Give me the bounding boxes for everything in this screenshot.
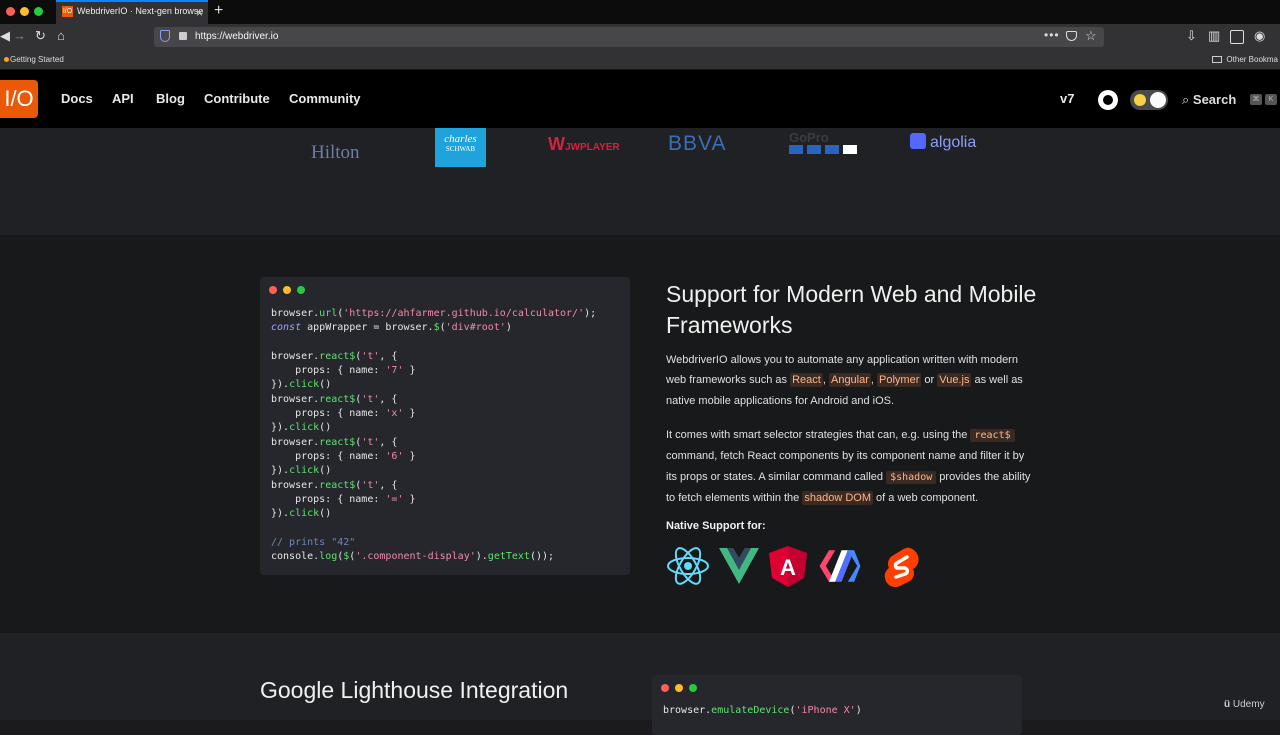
feature-paragraph-1: WebdriverIO allows you to automate any a… <box>666 354 1023 407</box>
code-line: browser.emulateDevice('iPhone X') <box>663 705 862 716</box>
lighthouse-section: Google Lighthouse Integration browser.em… <box>0 633 1280 735</box>
forward-icon[interactable]: → <box>13 28 26 43</box>
moon-icon <box>1134 94 1146 106</box>
minimize-window-icon[interactable] <box>20 7 29 16</box>
native-support-label: Native Support for: <box>666 520 766 532</box>
reload-icon[interactable]: ↻ <box>35 28 46 44</box>
shadow-command-code[interactable]: $shadow <box>886 470 937 484</box>
svelte-icon[interactable] <box>880 544 924 588</box>
github-icon[interactable] <box>1098 90 1118 110</box>
gopro-logo: GoPro <box>789 130 859 154</box>
code-window-dot <box>675 684 683 692</box>
page-actions-icon[interactable]: ••• <box>1044 28 1060 42</box>
lighthouse-code-example: browser.emulateDevice('iPhone X') <box>652 675 1022 735</box>
bookmark-icon <box>4 57 9 62</box>
angular-link[interactable]: Angular <box>828 373 871 388</box>
udemy-watermark: ü Udemy <box>1224 699 1265 710</box>
browser-toolbar: ◀ → ↻ ⌂ https://webdriver.io ••• ☆ ⇩ ▥ ◉ <box>0 24 1280 50</box>
hilton-logo: Hilton <box>311 142 360 163</box>
url-bar[interactable]: https://webdriver.io ••• ☆ <box>154 27 1104 47</box>
search-button[interactable]: ⌕ Search <box>1182 92 1236 108</box>
angular-icon[interactable]: A <box>766 544 810 588</box>
tracking-shield-icon[interactable] <box>160 30 170 42</box>
nav-docs[interactable]: Docs <box>61 91 93 106</box>
shadow-dom-link[interactable]: shadow DOM <box>802 490 873 505</box>
lock-icon[interactable] <box>179 32 187 40</box>
vue-icon[interactable] <box>717 544 761 588</box>
new-tab-icon[interactable]: + <box>214 2 223 20</box>
bookmarks-bar: Getting Started Other Bookma <box>0 50 1280 70</box>
react-icon[interactable] <box>666 544 710 588</box>
code-example: browser.url('https://ahfarmer.github.io/… <box>260 277 630 575</box>
algolia-icon <box>910 133 926 149</box>
algolia-logo: algolia <box>910 133 976 152</box>
close-window-icon[interactable] <box>6 7 15 16</box>
react-command-code[interactable]: react$ <box>970 429 1015 442</box>
maximize-window-icon[interactable] <box>34 7 43 16</box>
tab-favicon-icon: I/O <box>62 6 73 18</box>
browser-tab-bar: I/O WebdriverIO · Next-gen browse × + <box>0 0 1280 24</box>
pocket-icon[interactable] <box>1066 31 1077 41</box>
bookmark-getting-started[interactable]: Getting Started <box>4 55 64 64</box>
code-window-dot <box>661 684 669 692</box>
polymer-icon[interactable] <box>818 544 862 588</box>
shortcut-key-cmd: ⌘ <box>1250 94 1262 105</box>
dark-mode-toggle[interactable] <box>1130 90 1168 110</box>
nav-contribute[interactable]: Contribute <box>204 91 270 106</box>
back-icon[interactable]: ◀ <box>0 28 10 44</box>
vue-link[interactable]: Vue.js <box>937 373 972 388</box>
shortcut-key-k: K <box>1265 94 1277 105</box>
react-link[interactable]: React <box>790 373 823 388</box>
bookmark-other[interactable]: Other Bookma <box>1212 55 1278 64</box>
feature-paragraph-2: It comes with smart selector strategies … <box>666 429 1031 505</box>
url-text[interactable]: https://webdriver.io <box>195 31 278 42</box>
bbva-logo: BBVA <box>668 132 727 155</box>
jwplayer-logo: WJWPLAYER <box>548 134 620 154</box>
folder-icon <box>1212 56 1223 64</box>
library-icon[interactable]: ▥ <box>1208 28 1220 44</box>
bookmark-star-icon[interactable]: ☆ <box>1085 28 1097 44</box>
site-logo[interactable]: I/O <box>0 80 38 118</box>
sidebar-icon[interactable] <box>1230 30 1244 44</box>
lighthouse-title: Google Lighthouse Integration <box>260 677 569 703</box>
toggle-knob <box>1150 92 1166 108</box>
feature-title: Support for Modern Web and Mobile Framew… <box>666 281 1037 338</box>
home-icon[interactable]: ⌂ <box>57 28 65 43</box>
polymer-link[interactable]: Polymer <box>877 373 922 388</box>
browser-tab[interactable]: I/O WebdriverIO · Next-gen browse × <box>56 0 208 24</box>
code-window-dot <box>689 684 697 692</box>
code-window-dot <box>269 286 277 294</box>
search-icon: ⌕ <box>1182 92 1193 107</box>
tab-close-icon[interactable]: × <box>196 6 203 20</box>
site-navbar: I/O Docs API Blog Contribute Community v… <box>0 70 1280 128</box>
downloads-icon[interactable]: ⇩ <box>1186 28 1197 44</box>
udemy-icon: ü <box>1224 699 1231 710</box>
framework-support-section: browser.url('https://ahfarmer.github.io/… <box>0 235 1280 633</box>
code-window-dot <box>283 286 291 294</box>
nav-api[interactable]: API <box>112 91 134 106</box>
account-icon[interactable]: ◉ <box>1254 28 1265 44</box>
nav-blog[interactable]: Blog <box>156 91 185 106</box>
tab-title: WebdriverIO · Next-gen browse <box>77 6 204 16</box>
schwab-logo: charles SCHWAB <box>435 128 486 167</box>
nav-community[interactable]: Community <box>289 91 361 106</box>
version-selector[interactable]: v7 <box>1060 91 1074 106</box>
svg-text:A: A <box>780 555 796 580</box>
code-lines: browser.url('https://ahfarmer.github.io/… <box>271 308 597 563</box>
sponsor-logos: Hilton charles SCHWAB WJWPLAYER BBVA GoP… <box>0 128 1280 235</box>
code-window-dot <box>297 286 305 294</box>
